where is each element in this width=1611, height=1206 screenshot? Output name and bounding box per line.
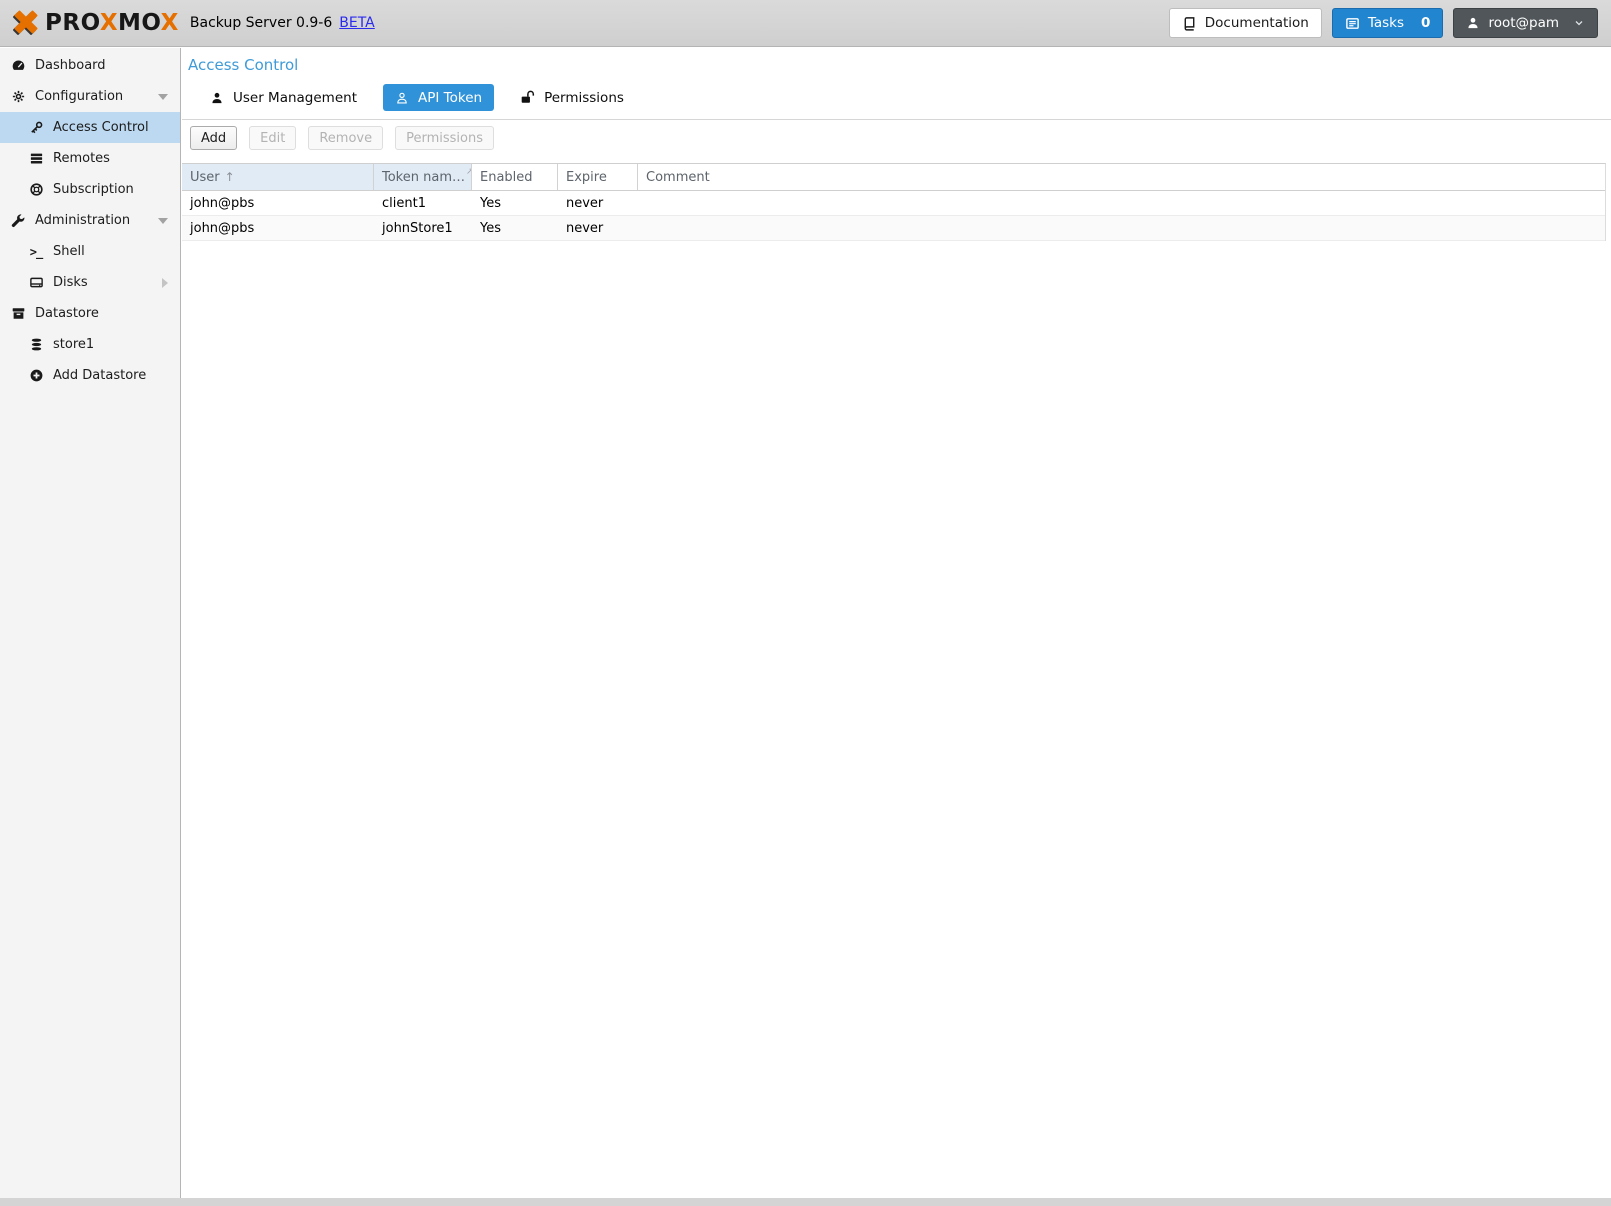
wrench-icon: [10, 213, 26, 228]
tab-permissions[interactable]: Permissions: [508, 84, 636, 111]
cell-user: john@pbs: [182, 196, 374, 211]
archive-box-icon: [10, 306, 26, 321]
sidebar-item-store1[interactable]: store1: [0, 329, 180, 360]
hard-drive-icon: [28, 275, 44, 290]
documentation-button[interactable]: Documentation: [1169, 8, 1322, 38]
chevron-down-icon: [1573, 17, 1585, 29]
add-button[interactable]: Add: [190, 126, 237, 150]
sort-ascending-icon: ↑: [225, 170, 235, 184]
user-outline-icon: [395, 91, 409, 105]
main-content: Access Control User Management API To: [182, 48, 1611, 1198]
titlebar: PROXMOX Backup Server 0.9-6 BETA Documen…: [0, 0, 1611, 47]
cell-token-name: client1: [374, 196, 472, 211]
sidebar-item-datastore[interactable]: Datastore: [0, 298, 180, 329]
tab-bar: User Management API Token: [198, 84, 1611, 111]
cell-enabled: Yes: [472, 221, 558, 236]
proxmox-backup-server-app: PROXMOX Backup Server 0.9-6 BETA Documen…: [0, 0, 1611, 1206]
table-header-row: User ↑ Token nam… ↗ Enabled Expire Comme…: [182, 164, 1605, 191]
expand-arrow-icon[interactable]: [162, 278, 168, 288]
collapse-arrow-icon[interactable]: [158, 94, 168, 100]
sidebar-item-access-control[interactable]: Access Control: [0, 112, 180, 143]
cell-token-name: johnStore1: [374, 221, 472, 236]
grid-toolbar: Add Edit Remove Permissions: [182, 119, 1611, 156]
api-token-table: User ↑ Token nam… ↗ Enabled Expire Comme…: [182, 163, 1606, 241]
user-icon: [1466, 16, 1480, 30]
tasks-count-badge: 0: [1421, 15, 1430, 31]
remove-button[interactable]: Remove: [308, 126, 383, 150]
cell-expire: never: [558, 221, 638, 236]
cell-enabled: Yes: [472, 196, 558, 211]
proxmox-wordmark: PROXMOX: [45, 10, 179, 36]
user-menu-button[interactable]: root@pam: [1453, 8, 1598, 38]
bottom-edge-strip: [0, 1198, 1611, 1206]
terminal-icon: >_: [28, 245, 44, 259]
cell-user: john@pbs: [182, 221, 374, 236]
sidebar-item-administration[interactable]: Administration: [0, 205, 180, 236]
tasks-button[interactable]: Tasks 0: [1332, 8, 1444, 38]
proxmox-logo: PROXMOX: [9, 7, 179, 39]
page-title: Access Control: [182, 48, 1611, 74]
database-icon: [28, 337, 44, 352]
permissions-button[interactable]: Permissions: [395, 126, 494, 150]
table-row[interactable]: john@pbs client1 Yes never: [182, 191, 1605, 216]
sidebar-item-subscription[interactable]: Subscription: [0, 174, 180, 205]
sidebar-nav: Dashboard Configuration Access Control: [0, 48, 181, 1198]
sidebar-item-configuration[interactable]: Configuration: [0, 81, 180, 112]
life-ring-icon: [28, 182, 44, 197]
user-solid-icon: [210, 91, 224, 105]
titlebar-actions: Documentation Tasks 0 root@: [1169, 8, 1598, 38]
column-header-user[interactable]: User ↑: [182, 164, 374, 190]
sidebar-item-dashboard[interactable]: Dashboard: [0, 50, 180, 81]
column-header-comment[interactable]: Comment: [638, 164, 1605, 190]
table-row[interactable]: john@pbs johnStore1 Yes never: [182, 216, 1605, 241]
sidebar-item-remotes[interactable]: Remotes: [0, 143, 180, 174]
sidebar-item-add-datastore[interactable]: Add Datastore: [0, 360, 180, 391]
dashboard-gauge-icon: [10, 58, 26, 73]
gears-icon: [10, 89, 26, 104]
column-header-enabled[interactable]: Enabled: [472, 164, 558, 190]
edit-button[interactable]: Edit: [249, 126, 296, 150]
proxmox-x-icon: [9, 7, 43, 39]
sidebar-item-disks[interactable]: Disks: [0, 267, 180, 298]
sidebar-item-shell[interactable]: >_ Shell: [0, 236, 180, 267]
unlock-icon: [520, 90, 535, 105]
tab-api-token[interactable]: API Token: [383, 84, 494, 111]
column-header-token-name[interactable]: Token nam… ↗: [374, 164, 472, 190]
book-icon: [1182, 16, 1197, 31]
server-list-icon: [28, 151, 44, 166]
plus-circle-icon: [28, 368, 44, 383]
key-icon: [28, 120, 44, 135]
column-header-expire[interactable]: Expire: [558, 164, 638, 190]
collapse-arrow-icon[interactable]: [158, 218, 168, 224]
beta-link[interactable]: BETA: [339, 15, 375, 31]
product-version-label: Backup Server 0.9-6: [190, 15, 332, 31]
tab-user-management[interactable]: User Management: [198, 84, 369, 111]
task-list-icon: [1345, 16, 1360, 31]
cell-expire: never: [558, 196, 638, 211]
